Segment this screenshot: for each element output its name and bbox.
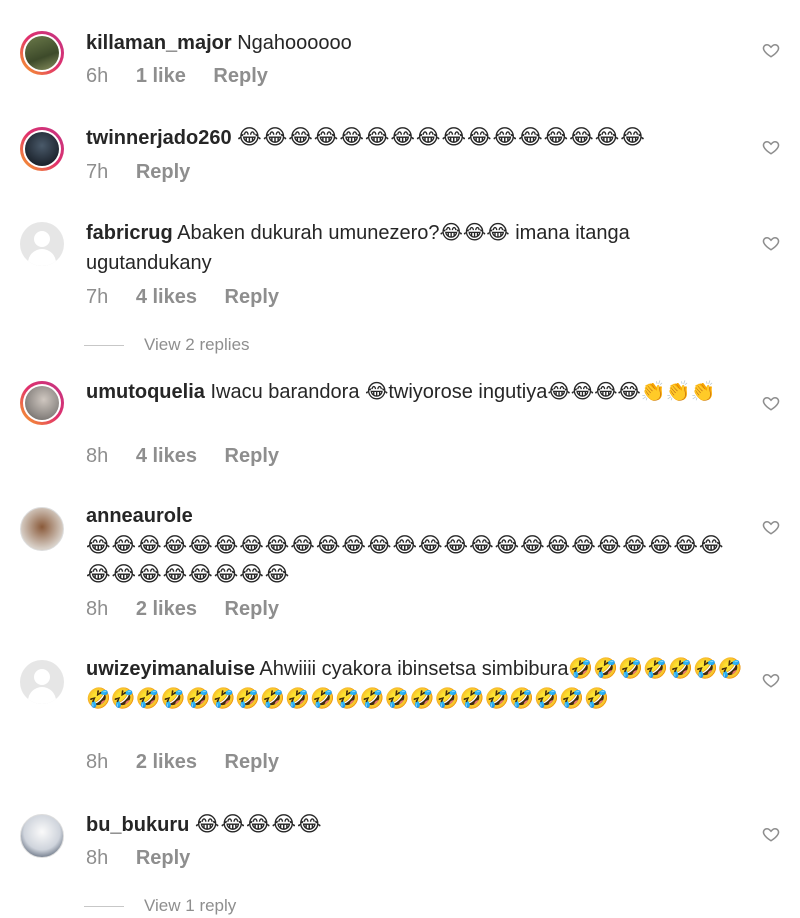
reply-button[interactable]: Reply: [225, 751, 279, 773]
reply-button[interactable]: Reply: [225, 286, 279, 308]
avatar[interactable]: [20, 31, 64, 75]
comment-time: 8h: [86, 847, 109, 869]
comment-likes[interactable]: 2 likes: [136, 751, 197, 773]
comment-username[interactable]: fabricrug: [86, 222, 173, 244]
comment-likes[interactable]: 1 like: [136, 65, 186, 87]
reply-button[interactable]: Reply: [213, 65, 267, 87]
avatar[interactable]: [20, 222, 64, 266]
reply-button[interactable]: Reply: [136, 847, 190, 869]
comment-meta: 8h 2 likes Reply: [86, 595, 301, 623]
comment-time: 7h: [86, 286, 109, 308]
divider: [84, 906, 124, 908]
comment-time: 8h: [86, 445, 109, 467]
avatar[interactable]: [20, 381, 64, 425]
divider: [84, 345, 124, 347]
view-replies-button[interactable]: View 1 reply: [84, 894, 236, 918]
comment-meta: 8h 4 likes Reply: [86, 442, 301, 470]
reply-button[interactable]: Reply: [225, 445, 279, 467]
comment-username[interactable]: umutoquelia: [86, 381, 205, 403]
heart-icon[interactable]: [762, 138, 780, 156]
comment-time: 8h: [86, 598, 109, 620]
comment-time: 6h: [86, 65, 109, 87]
comment-body: uwizeyimanaluise Ahwiiii cyakora ibinset…: [86, 654, 746, 714]
comment-likes[interactable]: 2 likes: [136, 598, 197, 620]
comment-time: 8h: [86, 751, 109, 773]
comment-text: 😂😂😂😂😂: [194, 812, 323, 836]
comment-text: 😂😂😂😂😂😂😂😂😂😂😂😂😂😂😂😂😂😂😂😂😂😂😂😂😂😂😂😂😂😂😂😂😂: [86, 533, 725, 586]
avatar[interactable]: [20, 814, 64, 858]
comment-body: bu_bukuru 😂😂😂😂😂: [86, 809, 746, 840]
comment-username[interactable]: killaman_major: [86, 32, 232, 54]
comment-body: anneaurole 😂😂😂😂😂😂😂😂😂😂😂😂😂😂😂😂😂😂😂😂😂😂😂😂😂😂😂😂😂…: [86, 501, 746, 589]
comment-body: twinnerjado260 😂😂😂😂😂😂😂😂😂😂😂😂😂😂😂😂: [86, 122, 746, 153]
comment-body: killaman_major Ngahoooooo: [86, 28, 746, 58]
comment-username[interactable]: bu_bukuru: [86, 814, 189, 836]
comment-time: 7h: [86, 161, 109, 183]
heart-icon[interactable]: [762, 234, 780, 252]
comment-body: fabricrug Abaken dukurah umunezero?😂😂😂 i…: [86, 218, 746, 278]
comment-likes[interactable]: 4 likes: [136, 286, 197, 308]
comment-meta: 8h 2 likes Reply: [86, 748, 301, 776]
heart-icon[interactable]: [762, 518, 780, 536]
avatar[interactable]: [20, 127, 64, 171]
heart-icon[interactable]: [762, 394, 780, 412]
avatar[interactable]: [20, 660, 64, 704]
comment-body: umutoquelia Iwacu barandora 😂twiyorose i…: [86, 377, 746, 407]
comment-username[interactable]: anneaurole: [86, 501, 746, 531]
comment-meta: 7h Reply: [86, 158, 212, 186]
comment-meta: 6h 1 like Reply: [86, 62, 290, 90]
comment-text: Iwacu barandora 😂twiyorose ingutiya😂😂😂😂👏…: [210, 381, 716, 403]
heart-icon[interactable]: [762, 825, 780, 843]
comment-likes[interactable]: 4 likes: [136, 445, 197, 467]
heart-icon[interactable]: [762, 671, 780, 689]
view-replies-label[interactable]: View 1 reply: [144, 896, 236, 915]
view-replies-label[interactable]: View 2 replies: [144, 335, 250, 354]
comment-username[interactable]: uwizeyimanaluise: [86, 658, 255, 680]
comment-meta: 7h 4 likes Reply: [86, 283, 301, 311]
comment-username[interactable]: twinnerjado260: [86, 127, 232, 149]
view-replies-button[interactable]: View 2 replies: [84, 333, 250, 357]
comment-text: 😂😂😂😂😂😂😂😂😂😂😂😂😂😂😂😂: [237, 125, 646, 149]
avatar[interactable]: [20, 507, 64, 551]
reply-button[interactable]: Reply: [225, 598, 279, 620]
reply-button[interactable]: Reply: [136, 161, 190, 183]
comment-text: Ngahoooooo: [237, 32, 352, 54]
heart-icon[interactable]: [762, 41, 780, 59]
comment-meta: 8h Reply: [86, 844, 212, 872]
